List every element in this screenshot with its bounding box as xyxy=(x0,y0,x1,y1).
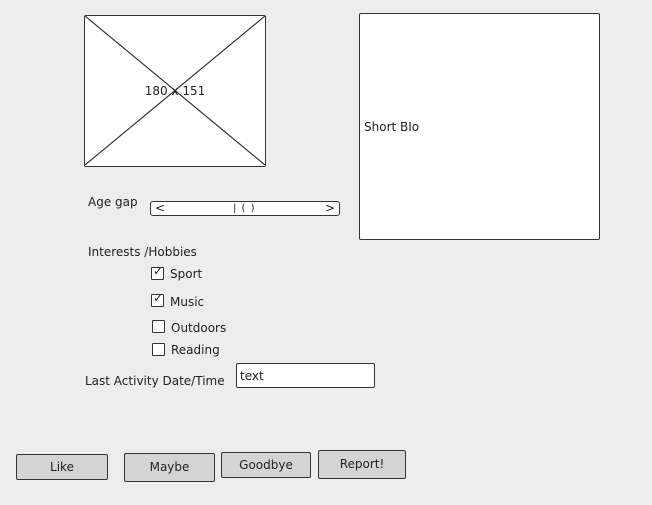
last-activity-input[interactable] xyxy=(240,366,370,386)
goodbye-button[interactable]: Goodbye xyxy=(221,452,311,478)
slider-left-arrow-icon[interactable]: < xyxy=(155,201,165,216)
music-label: Music xyxy=(170,295,205,309)
outdoors-checkbox[interactable] xyxy=(152,320,165,333)
short-bio-label: Short BIo xyxy=(364,120,420,134)
like-button[interactable]: Like xyxy=(16,454,108,480)
short-bio-box: Short BIo xyxy=(359,13,600,240)
sport-check-icon: ✓ xyxy=(153,264,164,278)
age-gap-label: Age gap xyxy=(88,195,138,209)
interests-heading: Interests /Hobbies xyxy=(88,245,197,259)
outdoors-label: Outdoors xyxy=(171,321,227,335)
last-activity-label: Last Activity Date/Time xyxy=(85,374,225,388)
sport-label: Sport xyxy=(170,267,203,281)
age-gap-slider[interactable]: < | ( ) > xyxy=(150,201,340,216)
last-activity-field-box[interactable] xyxy=(236,363,375,388)
image-dimensions-label: 180 x 151 xyxy=(144,84,206,98)
sport-checkbox[interactable]: ✓ xyxy=(151,264,164,280)
maybe-button[interactable]: Maybe xyxy=(124,453,215,482)
reading-label: Reading xyxy=(171,343,220,357)
music-checkbox[interactable]: ✓ xyxy=(151,291,164,307)
slider-right-arrow-icon[interactable]: > xyxy=(325,201,335,216)
profile-image-placeholder: 180 x 151 xyxy=(84,15,266,167)
reading-checkbox[interactable] xyxy=(152,343,165,356)
report-button[interactable]: Report! xyxy=(318,450,406,479)
music-check-icon: ✓ xyxy=(153,291,164,305)
slider-thumb[interactable]: | ( ) xyxy=(233,201,256,216)
